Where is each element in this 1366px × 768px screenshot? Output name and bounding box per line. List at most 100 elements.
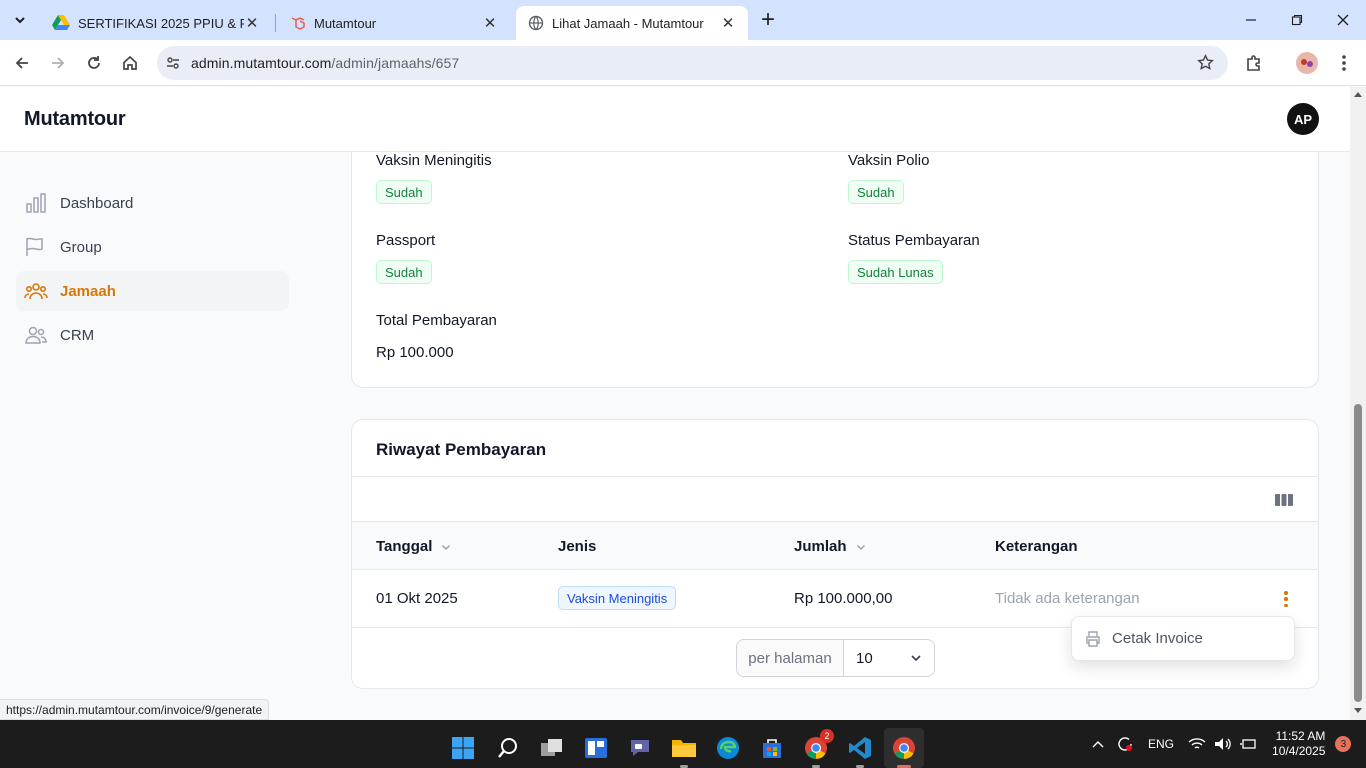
task-view-button[interactable] [532,728,572,768]
cell-jumlah: Rp 100.000,00 [794,590,893,607]
total-pembayaran-value: Rp 100.000 [376,344,454,361]
close-window-button[interactable] [1320,0,1366,40]
restore-button[interactable] [1274,0,1320,40]
column-header-jenis: Jenis [558,538,597,555]
new-tab-button[interactable]: + [752,4,784,36]
column-toggle-button[interactable] [1274,491,1294,509]
sync-icon[interactable] [1116,735,1134,753]
widgets-button[interactable] [576,728,616,768]
address-bar[interactable]: admin.mutamtour.com/admin/jamaahs/657 [157,46,1228,80]
clock[interactable]: 11:52 AM 10/4/2025 [1272,729,1325,759]
tab-mutamtour[interactable]: Mutamtour ✕ [278,6,510,40]
close-icon[interactable]: ✕ [482,15,498,32]
more-vertical-icon [1342,55,1346,71]
notification-count-badge[interactable]: 3 [1335,736,1352,752]
user-group-icon [25,326,47,344]
chrome-icon [893,737,915,759]
scrollbar-thumb[interactable] [1354,404,1362,702]
reload-button[interactable] [78,47,110,79]
tab-sertifikasi[interactable]: SERTIFIKASI 2025 PPIU & PIHK ✕ [40,6,272,40]
file-explorer-button[interactable] [664,728,704,768]
browser-toolbar: admin.mutamtour.com/admin/jamaahs/657 [0,40,1366,86]
start-button[interactable] [443,728,483,768]
vscode-icon [849,737,871,759]
taskbar: 2 ENG 11:52 AM 10/4/2025 3 [0,720,1366,768]
close-icon[interactable]: ✕ [244,15,260,32]
task-view-icon [541,739,562,756]
edge-button[interactable] [708,728,748,768]
notification-badge: 2 [820,729,834,743]
puzzle-icon [1247,55,1260,71]
chat-icon [631,740,649,756]
chrome-active-button[interactable] [884,728,924,768]
flag-icon [26,237,43,256]
volume-icon[interactable] [1214,737,1232,751]
chevron-down-icon [856,544,865,550]
vscode-button[interactable] [840,728,880,768]
arrow-left-icon [15,57,28,69]
google-drive-icon [52,15,70,30]
tab-search-button[interactable] [4,4,36,36]
status-badge: Sudah [848,180,904,204]
link-status-bar: https://admin.mutamtour.com/invoice/9/ge… [0,699,270,720]
column-header-jumlah[interactable]: Jumlah [794,538,867,555]
chevron-up-icon[interactable] [1092,740,1104,748]
teams-chat-button[interactable] [620,728,660,768]
scroll-down-icon[interactable] [1353,707,1363,715]
battery-icon[interactable] [1240,737,1258,751]
store-button[interactable] [752,728,792,768]
clock-time: 11:52 AM [1275,729,1326,743]
bookmark-star-icon[interactable] [1197,54,1214,71]
language-indicator[interactable]: ENG [1148,737,1174,751]
back-button[interactable] [6,47,38,79]
folder-icon [672,740,696,757]
close-icon[interactable]: ✕ [720,15,736,32]
home-button[interactable] [114,47,146,79]
tab-separator [275,14,276,32]
sidebar-item-label: Jamaah [60,282,116,300]
forward-button[interactable] [42,47,74,79]
browser-tab-strip: SERTIFIKASI 2025 PPIU & PIHK ✕ Mutamtour… [0,0,1366,40]
chrome-profile-button[interactable]: 2 [796,728,836,768]
jenis-badge: Vaksin Meningitis [558,586,677,610]
column-header-tanggal[interactable]: Tanggal [376,538,452,555]
dot-icon [1284,603,1288,607]
sidebar: Dashboard Group Jamaah CRM [0,152,310,700]
url-text: admin.mutamtour.com/admin/jamaahs/657 [191,55,460,71]
row-actions-button[interactable] [1280,589,1292,609]
sidebar-item-crm[interactable]: CRM [16,315,289,355]
sidebar-item-jamaah[interactable]: Jamaah [16,271,289,311]
site-info-icon[interactable] [165,55,181,71]
per-page-select[interactable]: 10 [844,640,934,676]
browser-menu-button[interactable] [1328,47,1360,79]
search-button[interactable] [488,728,528,768]
brand-logo[interactable]: Mutamtour [24,108,126,131]
clock-date: 10/4/2025 [1272,744,1326,758]
field-label-vaksin-meningitis: Vaksin Meningitis [376,152,492,169]
sidebar-item-dashboard[interactable]: Dashboard [16,183,289,223]
tab-lihat-jamaah[interactable]: Lihat Jamaah - Mutamtour ✕ [516,6,748,40]
sidebar-item-label: CRM [60,326,95,344]
globe-icon [528,15,544,31]
scroll-up-icon[interactable] [1353,90,1363,98]
minimize-button[interactable] [1228,0,1274,40]
profile-button[interactable] [1291,47,1323,79]
column-header-keterangan: Keterangan [995,538,1078,555]
dot-icon [1284,597,1288,601]
tab-title: Mutamtour [314,15,377,31]
close-icon [1337,14,1349,26]
divider [352,476,1318,477]
arrow-right-icon [52,57,65,69]
system-tray: ENG 11:52 AM 10/4/2025 3 [1092,720,1352,768]
cetak-invoice-item[interactable]: Cetak Invoice [1084,630,1203,648]
extensions-button[interactable] [1238,47,1270,79]
wifi-icon[interactable] [1188,737,1206,751]
home-icon [123,55,137,70]
field-label-total-pembayaran: Total Pembayaran [376,312,497,329]
chevron-down-icon [15,17,25,24]
search-icon [498,738,517,758]
sidebar-item-label: Group [60,238,102,256]
field-label-status-pembayaran: Status Pembayaran [848,232,980,249]
sidebar-item-group[interactable]: Group [16,227,289,267]
user-avatar[interactable]: AP [1287,103,1319,135]
